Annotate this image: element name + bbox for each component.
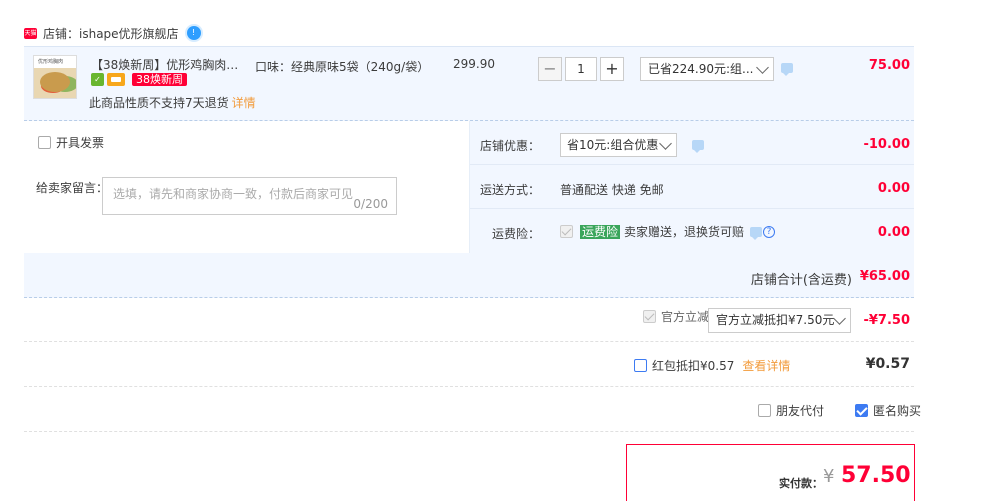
pay-amount: 57.50 — [841, 463, 911, 488]
anonymous-label: 匿名购买 — [873, 404, 922, 418]
no-return-detail-link[interactable]: 详情 — [232, 96, 256, 110]
shop-discount-value: -10.00 — [863, 137, 910, 152]
order-options: 开具发票 给卖家留言： 选填，请先和商家协商一致，付款后商家可见 0/200 店… — [24, 120, 914, 298]
options-left: 开具发票 给卖家留言： 选填，请先和商家协商一致，付款后商家可见 0/200 — [24, 121, 470, 253]
pay-label: 实付款： — [779, 477, 823, 490]
card-badge-icon — [107, 73, 125, 86]
redpack-value: ¥0.57 — [865, 356, 910, 372]
official-discount-label: 官方立减 — [661, 310, 710, 324]
official-discount-option: 官方立减 — [643, 308, 709, 325]
shipping-row: 运送方式： 普通配送 快递 免邮 0.00 — [470, 165, 914, 209]
quantity-stepper: − 1 + — [538, 57, 624, 81]
chat-icon[interactable] — [692, 140, 704, 153]
insurance-tag: 运费险 — [580, 224, 621, 239]
divider — [24, 341, 914, 342]
friend-pay-checkbox[interactable] — [758, 404, 771, 417]
official-discount-checkbox — [643, 310, 656, 323]
shop-total-row: 店铺合计(含运费) ¥65.00 — [24, 253, 914, 297]
shop-total-value: ¥65.00 — [859, 269, 910, 284]
chevron-down-icon — [833, 312, 846, 325]
qty-input[interactable]: 1 — [565, 57, 597, 81]
official-discount-select[interactable]: 官方立减抵扣¥7.50元 — [708, 308, 851, 333]
invoice-option[interactable]: 开具发票 — [38, 134, 104, 151]
insurance-checkbox — [560, 225, 573, 238]
insurance-option: 运费险 卖家赠送，退换货可赔 ? — [560, 223, 776, 240]
shipping-method: 普通配送 快递 免邮 — [560, 183, 664, 197]
message-label: 给卖家留言： — [36, 181, 109, 195]
product-thumbnail[interactable]: 优形鸡胸肉 — [33, 55, 77, 99]
payment-total-box: 实付款： ¥ 57.50 — [626, 444, 915, 501]
insurance-text: 卖家赠送，退换货可赔 — [624, 225, 745, 239]
message-char-count: 0/200 — [353, 197, 388, 211]
shop-discount-row: 店铺优惠： 省10元:组合优惠 -10.00 — [470, 121, 914, 165]
divider — [24, 386, 914, 387]
shop-header: 天猫 店铺：ishape优形旗舰店 ! — [24, 24, 201, 42]
product-title-link[interactable]: 【38焕新周】优形鸡胸肉蒸麦... — [91, 56, 246, 73]
chevron-down-icon — [756, 61, 769, 74]
tmall-icon: 天猫 — [24, 27, 37, 39]
redpack-label: 红包抵扣¥0.57 — [652, 359, 735, 373]
insurance-row: 运费险： 运费险 卖家赠送，退换货可赔 ? 0.00 — [470, 209, 914, 253]
order-item-row: 优形鸡胸肉 【38焕新周】优形鸡胸肉蒸麦... ✓ 38焕新周 此商品性质不支持… — [24, 46, 914, 120]
shipping-value: 0.00 — [877, 181, 910, 196]
friend-pay-option[interactable]: 朋友代付 — [758, 402, 824, 419]
qty-plus-button[interactable]: + — [600, 57, 624, 81]
item-discount-select[interactable]: 已省224.90元:组... — [640, 57, 774, 81]
chat-icon[interactable] — [750, 226, 763, 240]
shop-discount-select[interactable]: 省10元:组合优惠 — [560, 133, 677, 157]
chevron-down-icon — [659, 137, 672, 150]
insurance-label: 运费险： — [491, 227, 540, 241]
shop-badge-icon[interactable]: ! — [186, 26, 201, 40]
product-badges: ✓ 38焕新周 — [91, 73, 187, 86]
divider — [24, 431, 914, 432]
insurance-value: 0.00 — [877, 225, 910, 240]
shop-total-label: 店铺合计(含运费) — [750, 273, 852, 288]
pay-currency: ¥ — [823, 466, 835, 487]
shop-name-link[interactable]: 店铺：ishape优形旗舰店 — [43, 25, 179, 42]
invoice-checkbox[interactable] — [38, 136, 51, 149]
redpack-detail-link[interactable]: 查看详情 — [742, 357, 790, 374]
redpack-option[interactable]: 红包抵扣¥0.57 查看详情 — [634, 357, 790, 374]
anonymous-checkbox[interactable] — [855, 404, 868, 417]
chat-icon[interactable] — [781, 63, 793, 76]
invoice-label: 开具发票 — [56, 136, 105, 150]
unit-price: 299.90 — [453, 57, 495, 71]
product-sku: 口味：经典原味5袋（240g/袋） — [255, 60, 430, 74]
item-total: 75.00 — [868, 58, 910, 73]
qty-minus-button[interactable]: − — [538, 57, 562, 81]
service-badge-icon: ✓ — [91, 73, 104, 86]
redpack-checkbox[interactable] — [634, 359, 647, 372]
message-placeholder: 选填，请先和商家协商一致，付款后商家可见 — [113, 187, 354, 201]
anonymous-option[interactable]: 匿名购买 — [855, 402, 921, 419]
shop-discount-label: 店铺优惠： — [479, 139, 540, 153]
shipping-label: 运送方式： — [479, 183, 540, 197]
help-icon[interactable]: ? — [763, 225, 776, 238]
no-return-notice: 此商品性质不支持7天退货 详情 — [89, 96, 256, 110]
promo-badge: 38焕新周 — [132, 73, 187, 86]
seller-message-input[interactable]: 选填，请先和商家协商一致，付款后商家可见 0/200 — [102, 177, 397, 215]
friend-pay-label: 朋友代付 — [776, 404, 825, 418]
official-discount-value: -¥7.50 — [863, 313, 910, 328]
